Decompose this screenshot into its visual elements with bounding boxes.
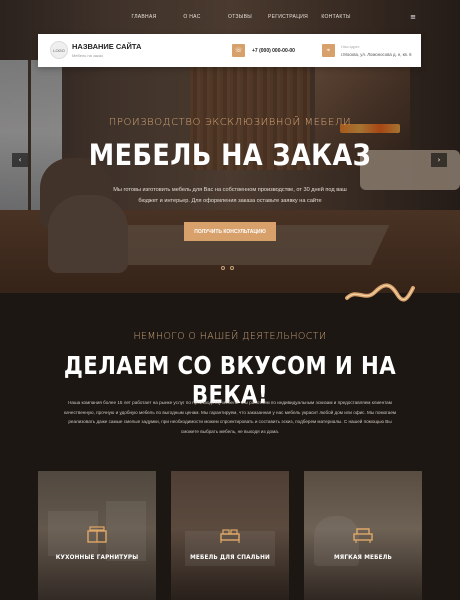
address-label: Наш адрес bbox=[341, 45, 360, 49]
card-label: МЕБЕЛЬ ДЛЯ СПАЛЬНИ bbox=[190, 554, 270, 561]
address-text: г.Москва, ул. Ломоносова д. н, кв. 6 bbox=[341, 52, 412, 57]
armchair-icon bbox=[353, 528, 373, 543]
hero-title: МЕБЕЛЬ НА ЗАКАЗ bbox=[88, 138, 372, 172]
top-navigation: ГЛАВНАЯ О НАС ОТЗЫВЫ РЕГИСТРАЦИЯ КОНТАКТ… bbox=[0, 0, 460, 34]
slider-dots bbox=[221, 266, 234, 270]
nav-link-about[interactable]: О НАС bbox=[168, 14, 216, 20]
slider-dot-2[interactable] bbox=[230, 266, 234, 270]
slider-dot-1[interactable] bbox=[221, 266, 225, 270]
about-eyebrow: НЕМНОГО О НАШЕЙ ДЕЯТЕЛЬНОСТИ bbox=[133, 331, 327, 342]
ribbon-decoration bbox=[345, 283, 415, 302]
consultation-button[interactable]: ПОЛУЧИТЬ КОНСУЛЬТАЦИЮ bbox=[184, 222, 276, 241]
bed-icon bbox=[220, 529, 240, 543]
about-text: Наша компания более 15 лет работает на р… bbox=[63, 400, 397, 434]
site-tagline: Мебель на заказ bbox=[72, 53, 103, 58]
site-logo[interactable]: LOGO bbox=[50, 41, 68, 59]
nav-links: ГЛАВНАЯ О НАС ОТЗЫВЫ РЕГИСТРАЦИЯ КОНТАКТ… bbox=[120, 14, 360, 20]
nav-link-home[interactable]: ГЛАВНАЯ bbox=[120, 14, 168, 20]
site-name: НАЗВАНИЕ САЙТА bbox=[72, 42, 142, 51]
category-card-kitchen[interactable]: КУХОННЫЕ ГАРНИТУРЫ bbox=[38, 471, 156, 600]
category-card-upholstered[interactable]: МЯГКАЯ МЕБЕЛЬ bbox=[304, 471, 422, 600]
nav-link-contacts[interactable]: КОНТАКТЫ bbox=[312, 14, 360, 20]
card-label: КУХОННЫЕ ГАРНИТУРЫ bbox=[55, 554, 139, 561]
card-label: МЯГКАЯ МЕБЕЛЬ bbox=[333, 554, 393, 561]
nav-link-reviews[interactable]: ОТЗЫВЫ bbox=[216, 14, 264, 20]
location-pin-icon: ⌖ bbox=[322, 44, 335, 57]
kitchen-icon bbox=[87, 526, 107, 543]
nav-link-registration[interactable]: РЕГИСТРАЦИЯ bbox=[264, 14, 312, 20]
hamburger-icon[interactable]: ≡ bbox=[408, 12, 418, 22]
phone-number[interactable]: +7 (000) 000-00-00 bbox=[252, 48, 295, 54]
phone-icon: ☏ bbox=[232, 44, 245, 57]
hero-description: Мы готовы изготовить мебель для Вас на с… bbox=[113, 187, 347, 204]
category-card-bedroom[interactable]: МЕБЕЛЬ ДЛЯ СПАЛЬНИ bbox=[171, 471, 289, 600]
hero-eyebrow: ПРОИЗВОДСТВО ЭКСКЛЮЗИВНОЙ МЕБЕЛИ bbox=[108, 117, 352, 128]
site-header: LOGO НАЗВАНИЕ САЙТА Мебель на заказ ☏ +7… bbox=[38, 34, 421, 67]
chevron-left-icon[interactable]: ‹ bbox=[12, 153, 28, 167]
chevron-right-icon[interactable]: › bbox=[431, 153, 447, 167]
